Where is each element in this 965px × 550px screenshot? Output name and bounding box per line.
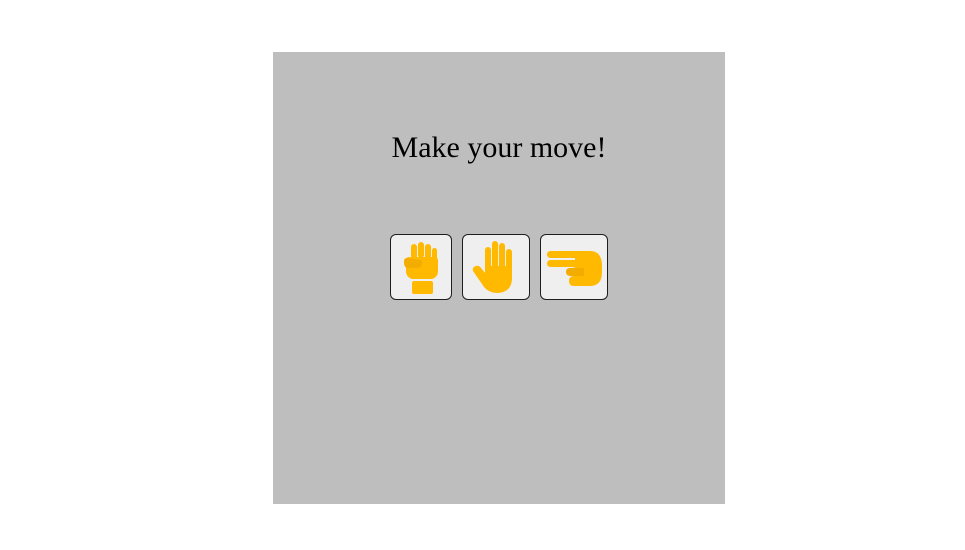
- raised-hand-icon: [472, 241, 512, 293]
- move-prompt: Make your move!: [391, 131, 607, 164]
- raised-fist-icon: [404, 242, 438, 294]
- scissors-button[interactable]: [540, 234, 608, 300]
- move-buttons: [273, 234, 725, 300]
- rock-button[interactable]: [390, 234, 452, 300]
- pointing-fingers-icon: [547, 251, 602, 286]
- paper-button[interactable]: [462, 234, 530, 300]
- game-panel: Make your move!: [273, 52, 725, 504]
